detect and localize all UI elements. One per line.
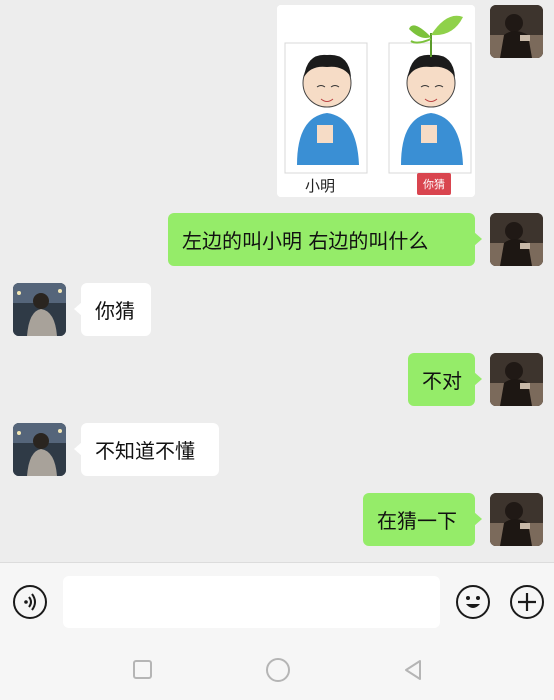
more-button[interactable] <box>510 585 544 619</box>
input-bar <box>0 562 554 643</box>
plus-icon <box>518 593 536 611</box>
system-nav-bar <box>0 642 554 700</box>
emoji-button[interactable] <box>456 585 490 619</box>
my-avatar[interactable] <box>490 493 543 546</box>
back-icon[interactable] <box>402 658 424 682</box>
home-icon[interactable] <box>265 657 291 683</box>
message-bubble-sent[interactable]: 在猜一下 <box>363 493 482 546</box>
message-bubble-sent[interactable]: 不对 <box>408 353 482 406</box>
message-input[interactable] <box>63 576 440 628</box>
message-bubble-received[interactable]: 你猜 <box>74 283 151 336</box>
voice-icon <box>24 593 36 611</box>
recent-apps-icon[interactable] <box>132 659 154 681</box>
my-avatar[interactable] <box>490 5 543 58</box>
voice-button[interactable] <box>13 585 47 619</box>
contact-avatar[interactable] <box>13 283 66 336</box>
emoji-icon <box>466 596 480 608</box>
chat-area: 小明 你猜 左边的叫小明 右边的叫什么 你猜 不对 不知道不懂 在猜一下 <box>0 0 554 562</box>
contact-avatar[interactable] <box>13 423 66 476</box>
image-message[interactable]: 小明 你猜 <box>277 5 475 197</box>
my-avatar[interactable] <box>490 353 543 406</box>
message-bubble-sent[interactable]: 左边的叫小明 右边的叫什么 <box>168 213 482 266</box>
image-caption-right: 你猜 <box>417 173 451 195</box>
my-avatar[interactable] <box>490 213 543 266</box>
image-caption-left: 小明 <box>305 177 336 195</box>
message-bubble-received[interactable]: 不知道不懂 <box>74 423 219 476</box>
